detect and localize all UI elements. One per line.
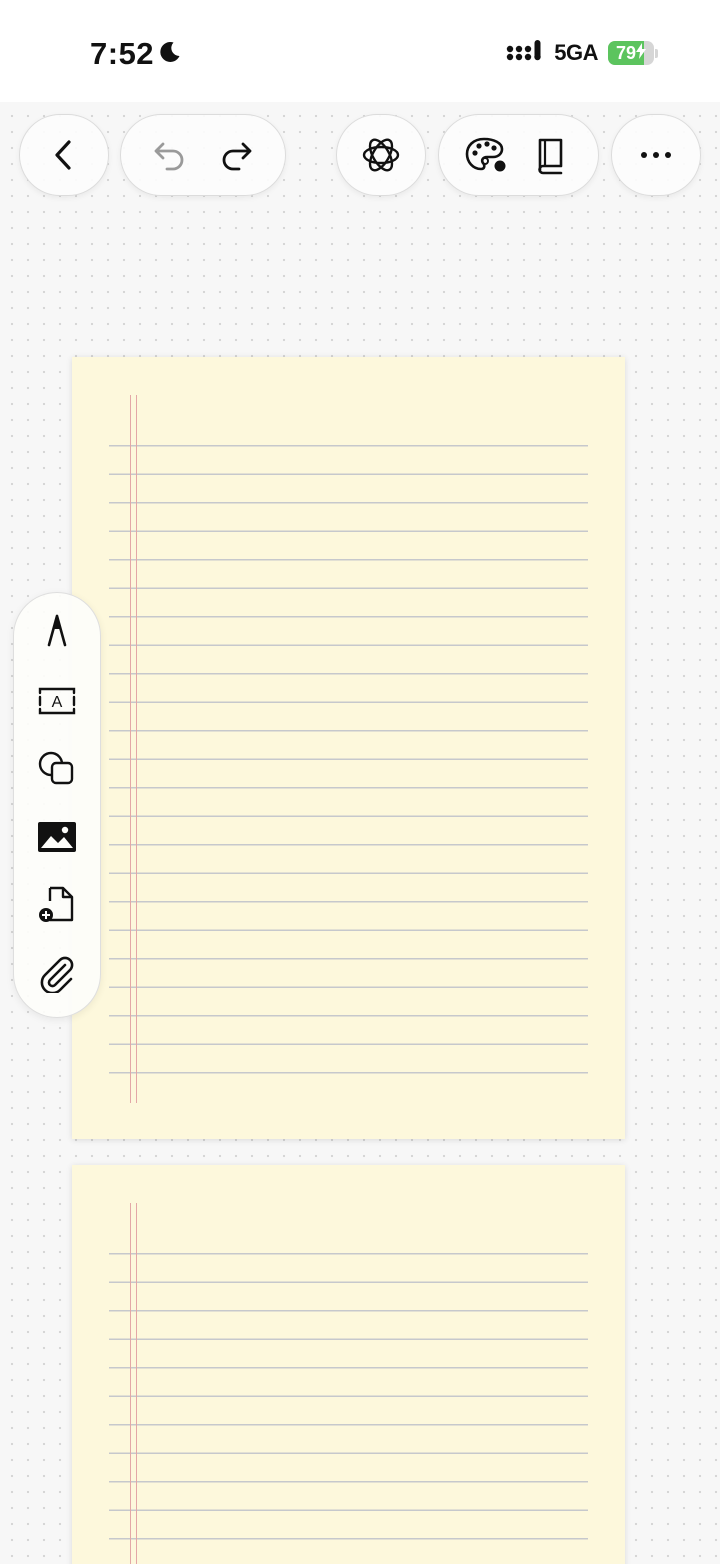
tool-rail: A (13, 592, 101, 1018)
add-page-icon (36, 884, 78, 931)
attachment-icon (37, 953, 77, 998)
margin-line (136, 1203, 137, 1564)
shapes-icon (36, 749, 78, 794)
battery-percent: 79 (615, 42, 637, 63)
time-text: 7:52 (90, 36, 155, 71)
margin-line (130, 395, 131, 1103)
undo-icon (151, 138, 187, 172)
image-icon (36, 820, 78, 859)
back-button[interactable] (40, 131, 88, 179)
text-tool-button[interactable]: A (32, 679, 82, 727)
redo-button[interactable] (213, 131, 261, 179)
style-pill (438, 114, 599, 196)
pen-tool-button[interactable] (32, 611, 82, 659)
signal-icon (506, 38, 544, 69)
image-tool-button[interactable] (32, 815, 82, 863)
status-bar: 7:52 5GA 79 (0, 0, 720, 102)
pen-icon (42, 613, 72, 658)
page-top-margin (72, 1165, 625, 1252)
notebook-button[interactable] (527, 131, 575, 179)
ai-assistant-icon (360, 134, 402, 176)
text-box-icon: A (36, 684, 78, 723)
book-icon (534, 135, 568, 175)
ai-pill (336, 114, 426, 196)
history-pill (120, 114, 286, 196)
system-status: 5GA 79 (506, 36, 658, 70)
clock: 7:52 (90, 34, 182, 74)
more-icon (639, 150, 673, 160)
ai-assistant-button[interactable] (357, 131, 405, 179)
attachment-button[interactable] (32, 951, 82, 999)
palette-button[interactable] (462, 131, 510, 179)
network-type: 5GA (554, 40, 598, 65)
svg-text:A: A (52, 694, 63, 711)
back-pill (19, 114, 109, 196)
notebook-page-2[interactable] (72, 1165, 625, 1564)
more-pill (611, 114, 701, 196)
add-page-button[interactable] (32, 883, 82, 931)
more-button[interactable] (632, 131, 680, 179)
margin-line (136, 395, 137, 1103)
redo-icon (219, 138, 255, 172)
back-icon (49, 137, 79, 173)
battery-indicator: 79 (608, 41, 658, 65)
notebook-page-1[interactable] (72, 357, 625, 1139)
palette-icon (464, 135, 508, 175)
battery-cap (655, 48, 658, 58)
shapes-tool-button[interactable] (32, 747, 82, 795)
undo-button[interactable] (145, 131, 193, 179)
margin-line (130, 1203, 131, 1564)
moon-icon (158, 40, 182, 69)
page-top-margin (72, 357, 625, 444)
battery-charging-icon (636, 42, 647, 64)
page-bottom-margin (72, 1088, 625, 1139)
